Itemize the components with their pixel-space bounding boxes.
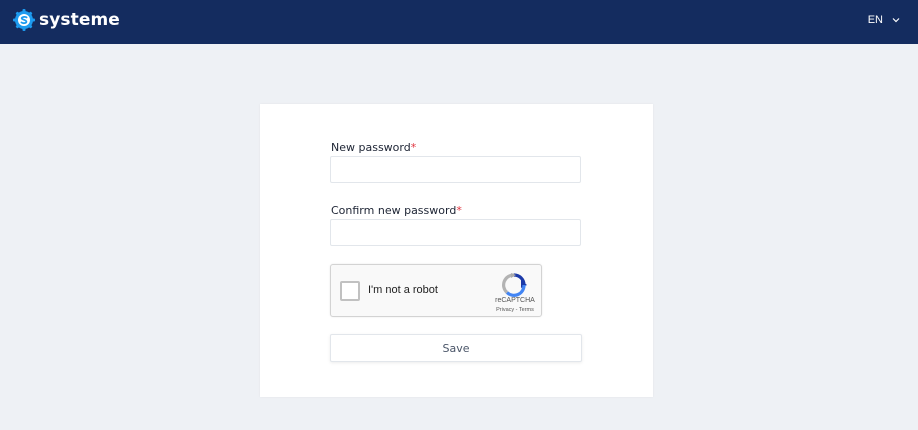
recaptcha-label: I'm not a robot: [368, 284, 438, 296]
required-marker: *: [410, 141, 417, 154]
recaptcha-logo-icon: [502, 273, 527, 297]
recaptcha-brand: reCAPTCHA: [495, 297, 535, 304]
brand-name: systeme: [39, 10, 120, 30]
top-navbar: systeme EN: [0, 0, 918, 44]
logo[interactable]: systeme: [13, 9, 120, 31]
systeme-logo-icon: [13, 9, 35, 31]
language-label: EN: [867, 14, 883, 26]
terms-link[interactable]: Terms: [519, 307, 534, 313]
confirm-password-label: Confirm new password*: [331, 204, 462, 217]
recaptcha-widget: I'm not a robot reCAPTCHA Privacy - Term…: [330, 264, 542, 317]
privacy-link[interactable]: Privacy: [496, 307, 514, 313]
recaptcha-checkbox[interactable]: [340, 281, 360, 301]
chevron-down-icon: [892, 18, 900, 23]
language-selector[interactable]: EN: [868, 14, 900, 26]
recaptcha-links: Privacy - Terms: [492, 307, 538, 313]
confirm-password-input[interactable]: [330, 219, 581, 246]
required-marker: *: [456, 204, 462, 217]
new-password-input[interactable]: [330, 156, 581, 183]
save-button[interactable]: Save: [330, 334, 582, 362]
new-password-label: New password*: [331, 141, 417, 154]
